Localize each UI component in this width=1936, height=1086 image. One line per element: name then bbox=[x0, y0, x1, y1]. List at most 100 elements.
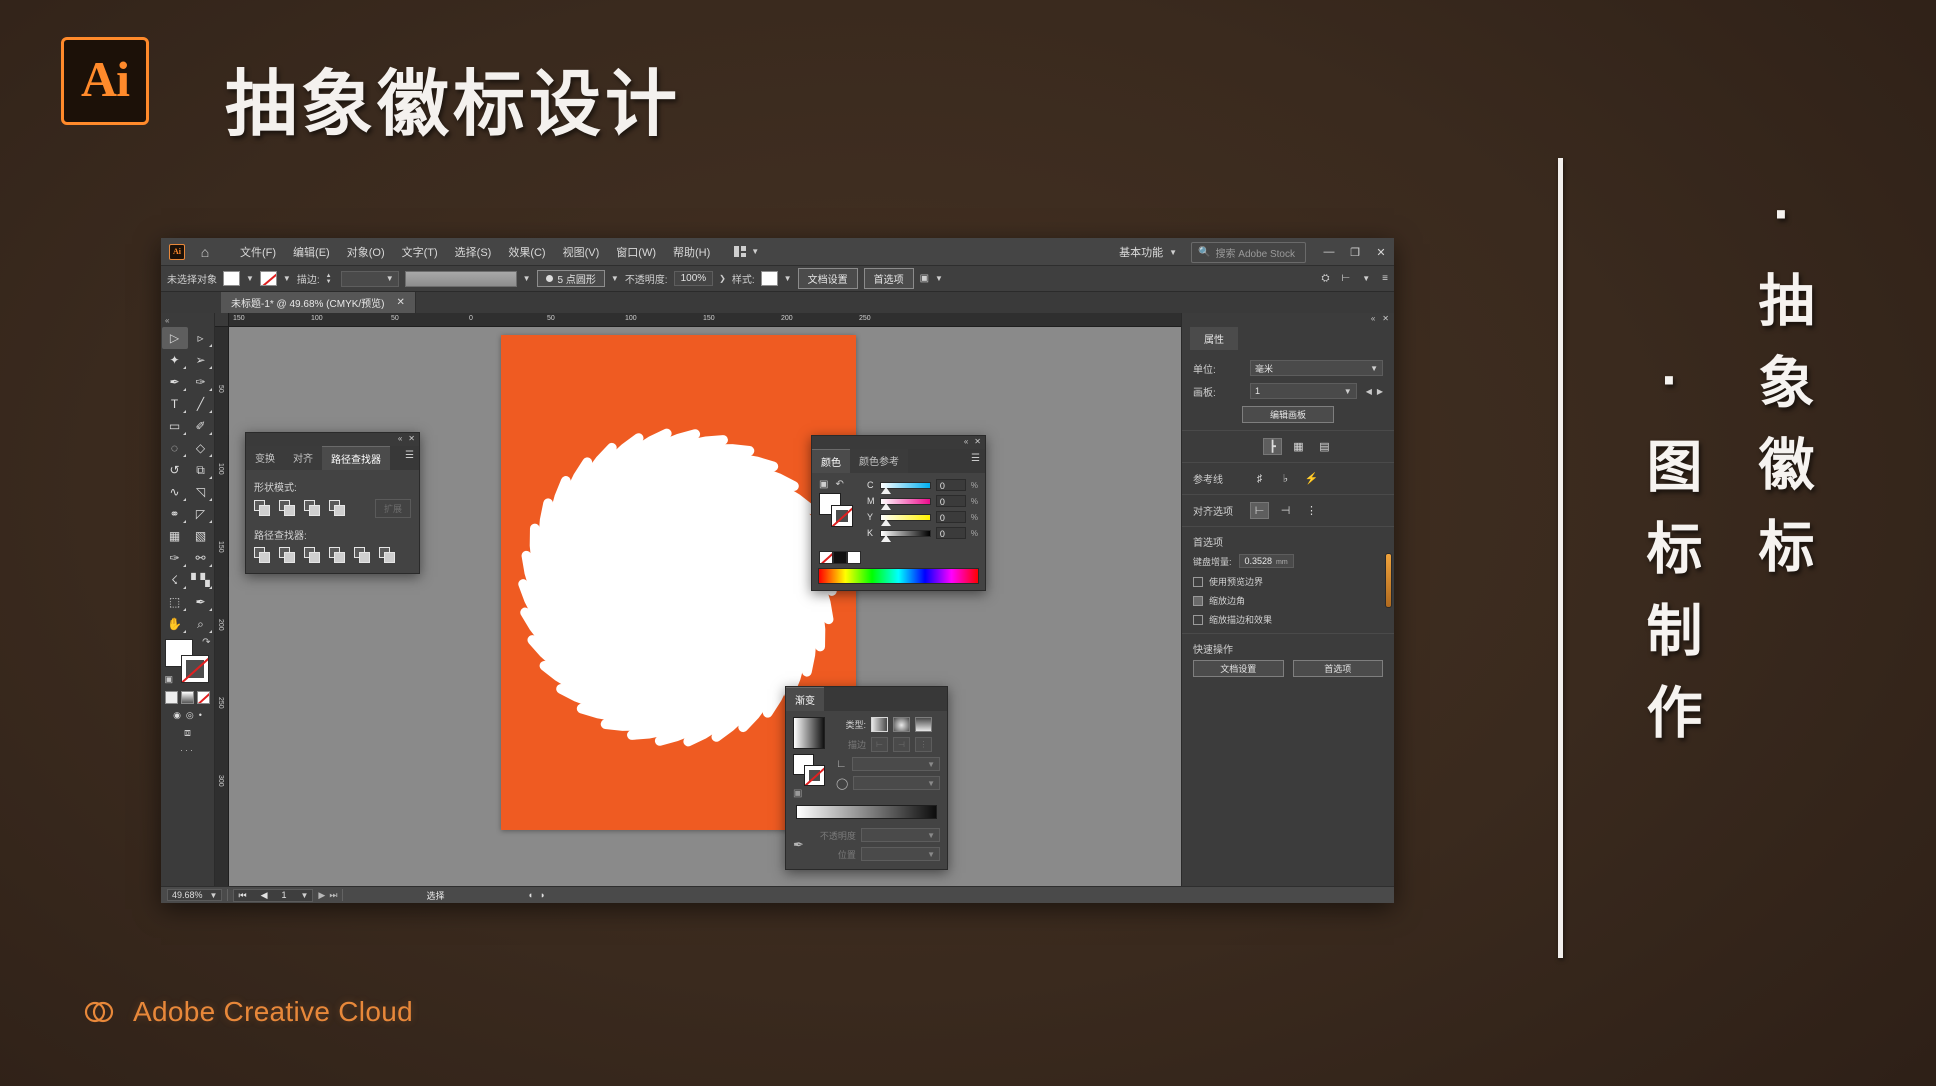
transform-icon[interactable]: ⛭ bbox=[1322, 273, 1330, 284]
page-navigator[interactable]: ⏮ ◀ 1 ▼ bbox=[233, 888, 314, 902]
swatch-none[interactable] bbox=[819, 551, 833, 564]
close-icon[interactable]: ✕ bbox=[408, 434, 415, 443]
smart-guides-icon[interactable]: ⚡ bbox=[1302, 470, 1321, 487]
adobe-stock-search[interactable]: 🔍 搜索 Adobe Stock bbox=[1191, 241, 1306, 263]
next-artboard-icon[interactable]: ▶ bbox=[1377, 387, 1383, 396]
collapse-icon[interactable]: « bbox=[964, 437, 968, 446]
menu-help[interactable]: 帮助(H) bbox=[665, 240, 718, 264]
panel-menu-icon[interactable]: ☰ bbox=[405, 450, 414, 461]
checkbox-scale-strokes[interactable]: 缩放描边和效果 bbox=[1193, 613, 1383, 626]
ruler-origin[interactable] bbox=[215, 313, 229, 327]
chevron-down-icon[interactable]: ▼ bbox=[611, 274, 619, 283]
opacity-more-icon[interactable]: ❯ bbox=[719, 274, 726, 283]
nav-next-icon[interactable]: ◗ bbox=[540, 890, 545, 900]
workspace-switcher[interactable]: 基本功能 ▼ bbox=[1111, 241, 1185, 263]
gradient-location-field[interactable]: ▼ bbox=[860, 847, 940, 861]
swap-fill-stroke-icon[interactable]: ↷ bbox=[202, 637, 210, 648]
eyedropper-tool[interactable]: ✑ bbox=[162, 547, 188, 569]
menu-type[interactable]: 文字(T) bbox=[394, 240, 446, 264]
draw-normal-icon[interactable]: ◉ bbox=[173, 710, 181, 721]
linear-gradient-button[interactable] bbox=[871, 717, 888, 732]
show-guides-icon[interactable]: ♯ bbox=[1250, 470, 1269, 487]
slider-thumb[interactable] bbox=[881, 502, 891, 510]
slider-value[interactable]: 0 bbox=[935, 495, 966, 507]
arrange-documents-icon[interactable]: ▼ bbox=[734, 246, 759, 257]
ai-app-icon[interactable]: Ai bbox=[169, 243, 185, 260]
curvature-tool[interactable]: ✑ bbox=[188, 371, 214, 393]
chevron-down-icon[interactable]: ▼ bbox=[246, 274, 254, 283]
gradient-angle-field[interactable]: ▼ bbox=[851, 757, 940, 771]
artboard-nav[interactable]: ◀ ▶ bbox=[1366, 387, 1383, 396]
slider-value[interactable]: 0 bbox=[935, 527, 966, 539]
nav-prev-icon[interactable]: ◖ bbox=[527, 890, 532, 900]
menu-window[interactable]: 窗口(W) bbox=[608, 240, 664, 264]
slider-m[interactable]: M 0 % bbox=[867, 495, 978, 510]
pen-tool[interactable]: ✒ bbox=[162, 371, 188, 393]
crop-button[interactable] bbox=[329, 547, 346, 564]
rectangle-tool[interactable]: ▭ bbox=[162, 415, 188, 437]
preferences-button[interactable]: 首选项 bbox=[863, 268, 914, 289]
slider-track[interactable] bbox=[880, 497, 931, 510]
swatch-white[interactable] bbox=[847, 551, 861, 564]
change-screen-mode-icon[interactable]: ⧈ bbox=[184, 727, 191, 740]
direct-selection-tool[interactable]: ▹ bbox=[188, 327, 214, 349]
slider-value[interactable]: 0 bbox=[935, 479, 966, 491]
gradient-preview[interactable] bbox=[793, 717, 825, 749]
color-spectrum-bar[interactable] bbox=[818, 568, 979, 584]
tab-properties[interactable]: 属性 bbox=[1190, 327, 1238, 350]
close-icon[interactable]: ✕ bbox=[974, 437, 981, 446]
page-next-group[interactable]: ▶ ⏭ bbox=[318, 890, 337, 901]
menu-effect[interactable]: 效果(C) bbox=[500, 240, 553, 264]
stroke-color-swatch[interactable] bbox=[180, 655, 209, 683]
zoom-control[interactable]: 49.68% ▼ bbox=[167, 889, 223, 901]
zoom-tool[interactable]: ⌕ bbox=[188, 613, 214, 635]
prev-page-icon[interactable]: ◀ bbox=[261, 890, 268, 901]
blend-tool[interactable]: ⚯ bbox=[188, 547, 214, 569]
close-button[interactable]: ✕ bbox=[1368, 238, 1394, 266]
collapse-icon[interactable]: « bbox=[1371, 314, 1375, 323]
hand-tool[interactable]: ✋ bbox=[162, 613, 188, 635]
chevron-down-icon[interactable]: ▼ bbox=[283, 274, 291, 283]
edit-artboards-button[interactable]: 编辑画板 bbox=[1242, 406, 1334, 423]
menu-object[interactable]: 对象(O) bbox=[339, 240, 393, 264]
slider-thumb[interactable] bbox=[881, 486, 891, 494]
artboard-tool[interactable]: ⬚ bbox=[162, 591, 188, 613]
document-tab[interactable]: 未标题-1* @ 49.68% (CMYK/预览) ✕ bbox=[221, 292, 416, 313]
gradient-eyedropper-icon[interactable]: ✒ bbox=[793, 837, 804, 853]
outline-button[interactable] bbox=[354, 547, 371, 564]
tab-pathfinder[interactable]: 路径查找器 bbox=[322, 446, 390, 470]
minus-back-button[interactable] bbox=[379, 547, 396, 564]
gradient-stroke-swatch[interactable] bbox=[804, 765, 825, 786]
rotate-tool[interactable]: ↺ bbox=[162, 459, 188, 481]
chevron-down-icon[interactable]: ▼ bbox=[1362, 274, 1370, 283]
collapse-icon[interactable]: « bbox=[398, 434, 402, 443]
intersect-button[interactable] bbox=[304, 500, 321, 517]
shaper-tool[interactable]: ◌ bbox=[162, 437, 188, 459]
align-to-key-object-icon[interactable]: ⊣ bbox=[1276, 502, 1295, 519]
checkbox-preview-bounds[interactable]: 使用预览边界 bbox=[1193, 575, 1383, 588]
column-graph-tool[interactable]: ▘▚ bbox=[188, 569, 214, 591]
slider-value[interactable]: 0 bbox=[935, 511, 966, 523]
artboard-select[interactable]: 1 ▼ bbox=[1250, 383, 1357, 399]
exclude-button[interactable] bbox=[329, 500, 346, 517]
revert-icon[interactable]: ↶ bbox=[835, 479, 843, 490]
panel-menu-icon[interactable]: ☰ bbox=[971, 453, 980, 464]
divide-button[interactable] bbox=[254, 547, 271, 564]
color-stroke-swatch[interactable] bbox=[831, 505, 853, 527]
align-to-artboard-icon[interactable]: ⋮ bbox=[1302, 502, 1321, 519]
close-icon[interactable]: ✕ bbox=[1382, 314, 1389, 323]
type-tool[interactable]: T bbox=[162, 393, 188, 415]
next-page-icon[interactable]: ▶ bbox=[318, 890, 325, 901]
align-icon[interactable]: ⊢ bbox=[1342, 273, 1351, 284]
page-value[interactable]: 1 bbox=[281, 890, 286, 900]
vertical-ruler[interactable]: 50 100 150 200 250 300 bbox=[215, 327, 229, 903]
chevron-down-icon[interactable]: ▼ bbox=[523, 274, 531, 283]
swatch-black[interactable] bbox=[833, 551, 847, 564]
tab-transform[interactable]: 变换 bbox=[246, 446, 284, 470]
align-to-selection-icon[interactable]: ⊢ bbox=[1250, 502, 1269, 519]
freeform-gradient-button[interactable] bbox=[915, 717, 932, 732]
tab-color-guide[interactable]: 颜色参考 bbox=[850, 449, 908, 473]
panel-options-icon[interactable]: ≡ bbox=[1382, 273, 1388, 284]
status-text[interactable]: 选择 bbox=[426, 889, 444, 902]
paintbrush-tool[interactable]: ✐ bbox=[188, 415, 214, 437]
